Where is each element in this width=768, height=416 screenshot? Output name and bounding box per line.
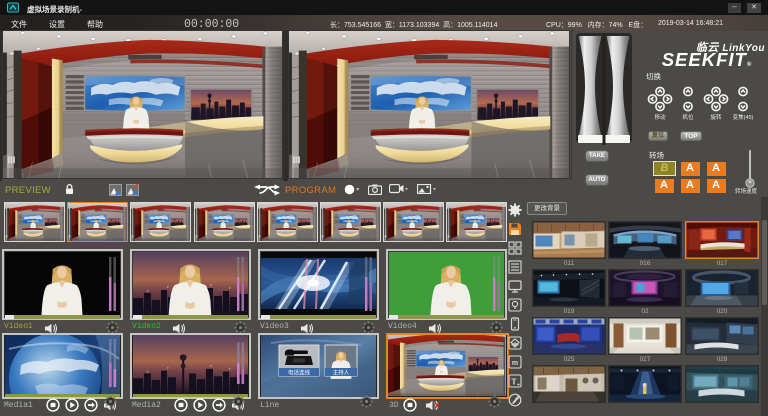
- svg-text:m: m: [512, 360, 518, 367]
- svg-text:电话连线: 电话连线: [288, 369, 311, 377]
- svg-text:主持人: 主持人: [333, 369, 350, 377]
- svg-text:T: T: [511, 377, 517, 387]
